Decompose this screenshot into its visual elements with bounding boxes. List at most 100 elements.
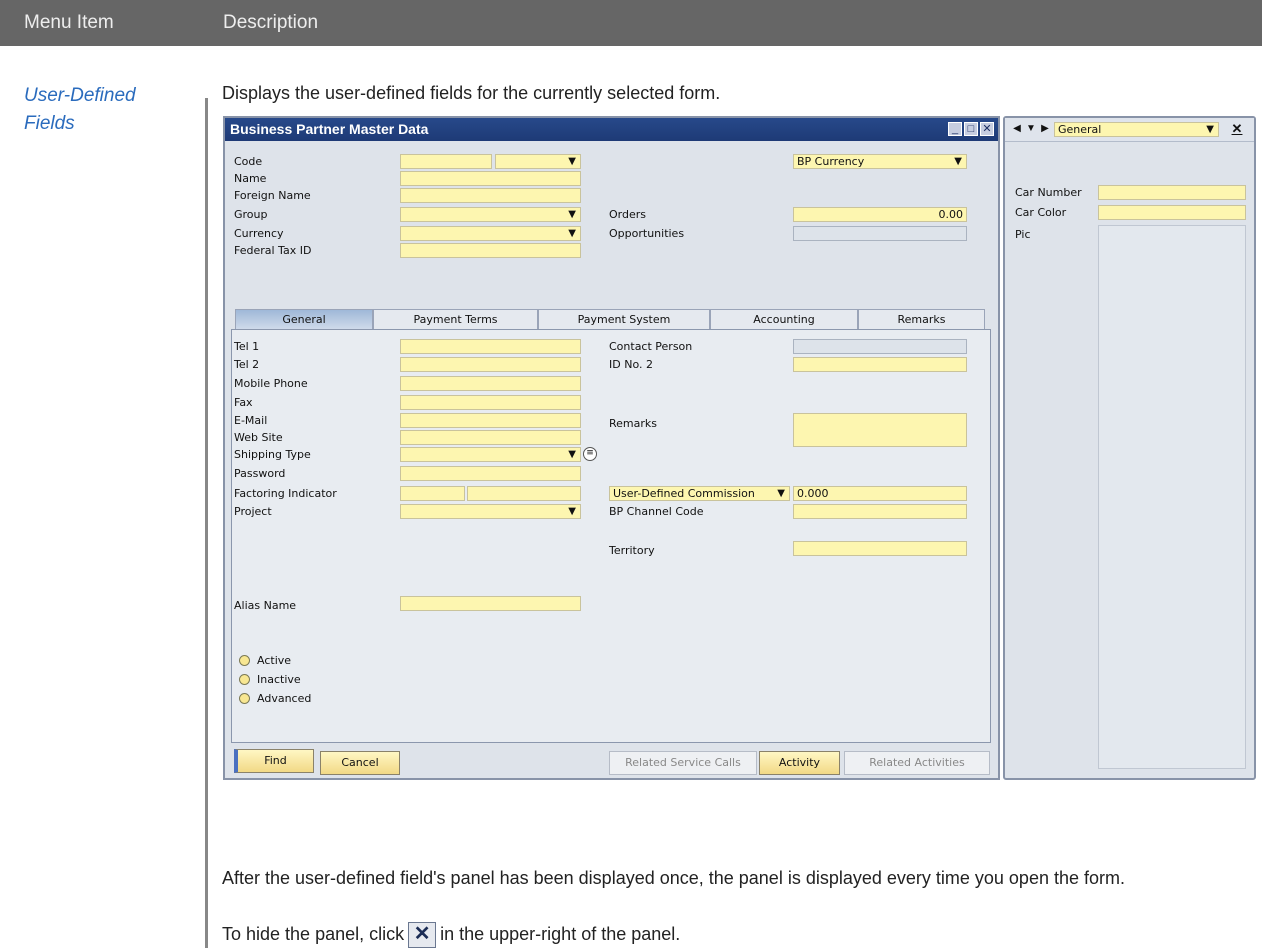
shipping-type-select[interactable]: ▼ bbox=[400, 447, 581, 462]
description-header: Description bbox=[223, 12, 319, 33]
factoring-indicator-field[interactable] bbox=[400, 486, 465, 501]
foreign-name-label: Foreign Name bbox=[234, 189, 311, 202]
bp-channel-code-field[interactable] bbox=[793, 504, 967, 519]
orders-field[interactable]: 0.00 bbox=[793, 207, 967, 222]
website-field[interactable] bbox=[400, 430, 581, 445]
udf-category-select[interactable]: General ▼ bbox=[1054, 122, 1219, 137]
tab-remarks[interactable]: Remarks bbox=[858, 309, 985, 329]
activity-button[interactable]: Activity bbox=[759, 751, 840, 775]
after-text-1: After the user-defined field's panel has… bbox=[222, 868, 1125, 888]
remarks-label: Remarks bbox=[609, 417, 657, 430]
group-label: Group bbox=[234, 208, 268, 221]
chevron-down-icon: ▼ bbox=[954, 156, 962, 167]
related-activities-button[interactable]: Related Activities bbox=[844, 751, 990, 775]
car-color-label: Car Color bbox=[1015, 206, 1067, 219]
list-icon[interactable]: ≡ bbox=[583, 447, 597, 461]
tab-general[interactable]: General bbox=[235, 309, 373, 329]
contact-person-field[interactable] bbox=[793, 339, 967, 354]
name-field[interactable] bbox=[400, 171, 581, 186]
general-tab-panel bbox=[231, 329, 991, 743]
find-button[interactable]: Find bbox=[234, 749, 314, 773]
udf-toolbar: ◀ ▼ ▶ General ▼ ✕ bbox=[1005, 118, 1254, 142]
project-select[interactable]: ▼ bbox=[400, 504, 581, 519]
website-label: Web Site bbox=[234, 431, 283, 444]
territory-field[interactable] bbox=[793, 541, 967, 556]
next-arrow-icon[interactable]: ▶ bbox=[1039, 122, 1051, 136]
car-number-label: Car Number bbox=[1015, 186, 1082, 199]
menu-item-header: Menu Item bbox=[24, 12, 114, 33]
active-radio[interactable] bbox=[239, 655, 250, 666]
fax-label: Fax bbox=[234, 396, 253, 409]
group-select[interactable]: ▼ bbox=[400, 207, 581, 222]
alias-name-field[interactable] bbox=[400, 596, 581, 611]
email-field[interactable] bbox=[400, 413, 581, 428]
contact-person-label: Contact Person bbox=[609, 340, 693, 353]
alias-name-label: Alias Name bbox=[234, 599, 297, 612]
bp-currency-select[interactable]: BP Currency ▼ bbox=[793, 154, 967, 169]
bp-channel-code-label: BP Channel Code bbox=[609, 505, 704, 518]
after-text-2: To hide the panel, click ✕ in the upper-ri… bbox=[222, 920, 1242, 948]
intro-text: Displays the user-defined fields for the… bbox=[222, 83, 721, 103]
bp-master-data-window: Business Partner Master Data _ □ ✕ Code … bbox=[223, 116, 1000, 780]
project-label: Project bbox=[234, 505, 272, 518]
code-series-select[interactable]: ▼ bbox=[495, 154, 581, 169]
shipping-type-label: Shipping Type bbox=[234, 448, 311, 461]
close-icon[interactable]: ✕ bbox=[980, 122, 994, 136]
chevron-down-icon: ▼ bbox=[568, 228, 576, 239]
chevron-down-icon: ▼ bbox=[568, 209, 576, 220]
related-service-calls-button[interactable]: Related Service Calls bbox=[609, 751, 757, 775]
remarks-field[interactable] bbox=[793, 413, 967, 447]
opportunities-label: Opportunities bbox=[609, 227, 685, 240]
close-x-icon[interactable]: ✕ bbox=[1231, 122, 1243, 136]
bp-currency-value: BP Currency bbox=[797, 155, 865, 168]
commission-select[interactable]: User-Defined Commission ▼ bbox=[609, 486, 790, 501]
window-titlebar: Business Partner Master Data _ □ ✕ bbox=[225, 118, 998, 141]
car-number-field[interactable] bbox=[1098, 185, 1246, 200]
mobile-phone-field[interactable] bbox=[400, 376, 581, 391]
code-label: Code bbox=[234, 155, 263, 168]
after-text-2-pre: To hide the panel, click bbox=[222, 924, 405, 944]
maximize-icon[interactable]: □ bbox=[964, 122, 978, 136]
foreign-name-field[interactable] bbox=[400, 188, 581, 203]
tab-payment-terms[interactable]: Payment Terms bbox=[373, 309, 538, 329]
pic-label: Pic bbox=[1015, 228, 1031, 241]
territory-label: Territory bbox=[609, 544, 655, 557]
user-defined-fields-panel: ◀ ▼ ▶ General ▼ ✕ Car Number Car Color Pi… bbox=[1003, 116, 1256, 780]
federal-tax-id-label: Federal Tax ID bbox=[234, 244, 312, 257]
car-color-field[interactable] bbox=[1098, 205, 1246, 220]
password-field[interactable] bbox=[400, 466, 581, 481]
tel1-field[interactable] bbox=[400, 339, 581, 354]
chevron-down-icon: ▼ bbox=[777, 488, 785, 499]
code-field[interactable] bbox=[400, 154, 492, 169]
currency-label: Currency bbox=[234, 227, 284, 240]
prev-arrow-icon[interactable]: ◀ bbox=[1011, 122, 1023, 136]
name-label: Name bbox=[234, 172, 267, 185]
id-no-2-label: ID No. 2 bbox=[609, 358, 653, 371]
pic-image-field[interactable] bbox=[1098, 225, 1246, 769]
fax-field[interactable] bbox=[400, 395, 581, 410]
inactive-radio[interactable] bbox=[239, 674, 250, 685]
chevron-down-icon: ▼ bbox=[1206, 124, 1214, 135]
commission-field[interactable]: 0.000 bbox=[793, 486, 967, 501]
federal-tax-id-field[interactable] bbox=[400, 243, 581, 258]
table-header: Menu Item Description bbox=[0, 0, 1262, 46]
close-x-icon: ✕ bbox=[408, 922, 437, 948]
opportunities-field[interactable] bbox=[793, 226, 967, 241]
column-divider bbox=[205, 98, 208, 948]
after-text-2-post: in the upper-right of the panel. bbox=[440, 924, 681, 944]
tel1-label: Tel 1 bbox=[234, 340, 260, 353]
id-no-2-field[interactable] bbox=[793, 357, 967, 372]
factoring-indicator-label: Factoring Indicator bbox=[234, 487, 337, 500]
currency-select[interactable]: ▼ bbox=[400, 226, 581, 241]
advanced-radio[interactable] bbox=[239, 693, 250, 704]
chevron-down-icon[interactable]: ▼ bbox=[1025, 122, 1037, 136]
email-label: E-Mail bbox=[234, 414, 268, 427]
cancel-button[interactable]: Cancel bbox=[320, 751, 400, 775]
chevron-down-icon: ▼ bbox=[568, 449, 576, 460]
commission-select-value: User-Defined Commission bbox=[613, 487, 755, 500]
tab-payment-system[interactable]: Payment System bbox=[538, 309, 710, 329]
tab-accounting[interactable]: Accounting bbox=[710, 309, 858, 329]
minimize-icon[interactable]: _ bbox=[948, 122, 962, 136]
tel2-field[interactable] bbox=[400, 357, 581, 372]
factoring-indicator-name-field[interactable] bbox=[467, 486, 581, 501]
